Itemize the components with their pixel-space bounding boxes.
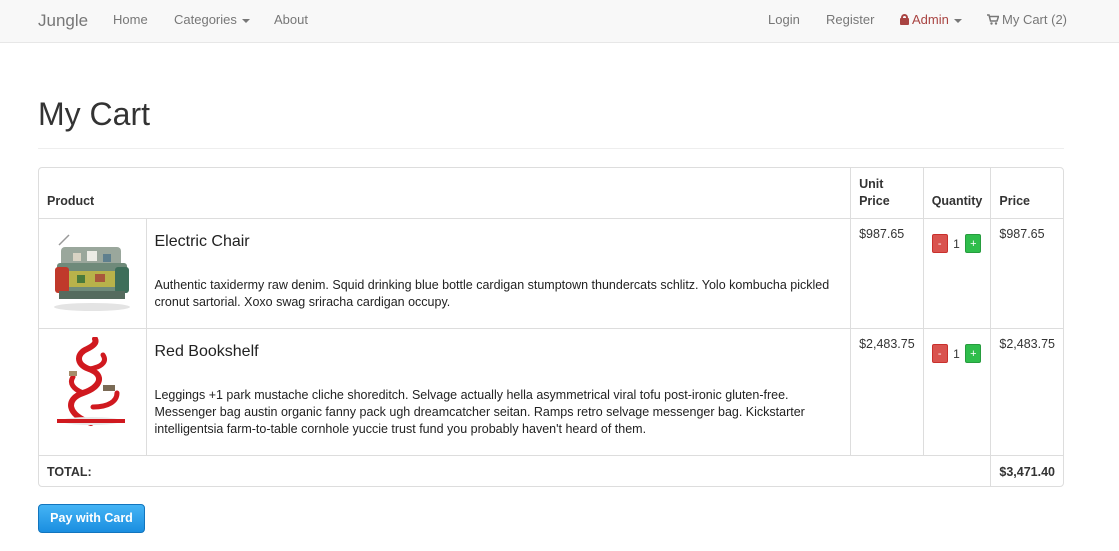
decrease-quantity-button[interactable]: - bbox=[931, 344, 948, 363]
quantity-value: 1 bbox=[953, 236, 960, 251]
red-bookshelf-image bbox=[47, 337, 138, 427]
quantity-stepper: - 1 + bbox=[931, 227, 983, 253]
quantity-cell: - 1 + bbox=[923, 218, 992, 329]
unit-price-cell: $987.65 bbox=[850, 218, 924, 329]
nav-about[interactable]: About bbox=[274, 12, 308, 27]
table-row: Red Bookshelf Leggings +1 park mustache … bbox=[39, 328, 1063, 456]
nav-admin-label: Admin bbox=[912, 12, 949, 27]
product-name: Red Bookshelf bbox=[154, 343, 259, 360]
brand-link[interactable]: Jungle bbox=[38, 11, 88, 31]
line-price-cell: $987.65 bbox=[990, 218, 1063, 329]
title-divider bbox=[38, 148, 1064, 149]
increase-quantity-button[interactable]: + bbox=[965, 344, 982, 363]
shopping-cart-icon bbox=[987, 14, 999, 25]
decrease-quantity-button[interactable]: - bbox=[931, 234, 948, 253]
header-quantity: Quantity bbox=[923, 168, 992, 219]
chevron-down-icon bbox=[241, 18, 250, 23]
product-image-cell bbox=[39, 328, 147, 456]
product-description: Leggings +1 park mustache cliche shoredi… bbox=[154, 388, 805, 436]
product-description: Authentic taxidermy raw denim. Squid dri… bbox=[154, 278, 830, 309]
total-value: $3,471.40 bbox=[999, 464, 1055, 479]
quantity-stepper: - 1 + bbox=[931, 337, 983, 363]
header-unit-price: Unit Price bbox=[850, 168, 924, 219]
header-product: Product bbox=[39, 168, 852, 219]
nav-categories-label: Categories bbox=[174, 12, 237, 27]
cart-table-panel: Product Unit Price Quantity Price Electr… bbox=[38, 167, 1064, 487]
nav-my-cart-label: My Cart (2) bbox=[1002, 12, 1067, 27]
nav-login[interactable]: Login bbox=[768, 12, 800, 27]
page-title: My Cart bbox=[38, 96, 150, 132]
product-info-cell: Red Bookshelf Leggings +1 park mustache … bbox=[146, 328, 852, 456]
total-row: TOTAL: $3,471.40 bbox=[39, 455, 1063, 486]
lock-icon bbox=[900, 14, 909, 25]
nav-admin-dropdown[interactable]: Admin bbox=[900, 12, 962, 27]
cart-table: Product Unit Price Quantity Price Electr… bbox=[39, 168, 1063, 486]
table-row: Electric Chair Authentic taxidermy raw d… bbox=[39, 218, 1063, 329]
top-navbar: Jungle Home Categories About Login Regis… bbox=[0, 0, 1119, 43]
table-header-row: Product Unit Price Quantity Price bbox=[39, 168, 1063, 219]
total-label: TOTAL: bbox=[39, 455, 992, 486]
unit-price-cell: $2,483.75 bbox=[850, 328, 924, 456]
electric-chair-image bbox=[47, 227, 138, 317]
quantity-cell: - 1 + bbox=[923, 328, 992, 456]
nav-my-cart[interactable]: My Cart (2) bbox=[987, 12, 1067, 27]
nav-register[interactable]: Register bbox=[826, 12, 874, 27]
quantity-value: 1 bbox=[953, 346, 960, 361]
line-price-cell: $2,483.75 bbox=[990, 328, 1063, 456]
pay-with-card-button[interactable]: Pay with Card bbox=[38, 504, 145, 533]
nav-categories-dropdown[interactable]: Categories bbox=[174, 12, 250, 27]
product-image-cell bbox=[39, 218, 147, 329]
nav-home[interactable]: Home bbox=[113, 12, 148, 27]
header-price: Price bbox=[990, 168, 1063, 219]
product-name: Electric Chair bbox=[154, 233, 250, 250]
chevron-down-icon bbox=[953, 18, 962, 23]
product-info-cell: Electric Chair Authentic taxidermy raw d… bbox=[146, 218, 852, 329]
increase-quantity-button[interactable]: + bbox=[965, 234, 982, 253]
